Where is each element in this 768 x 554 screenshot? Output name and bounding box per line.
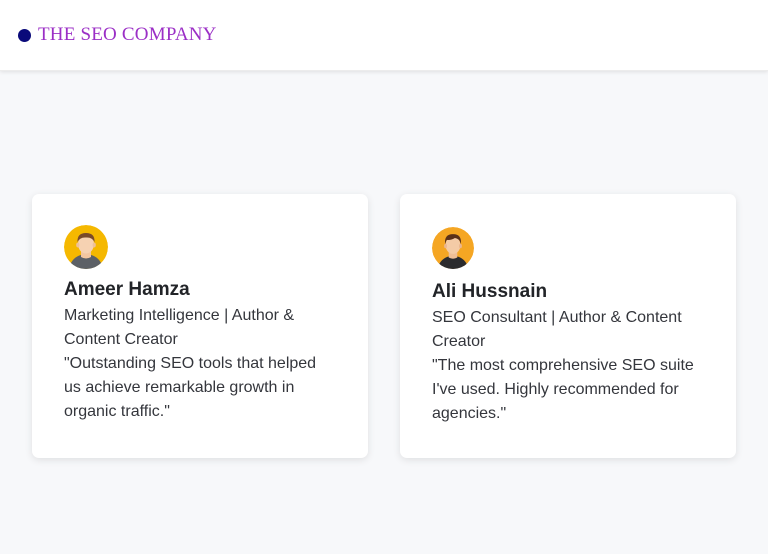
testimonial-quote: "Outstanding SEO tools that helped us ac… (64, 355, 317, 420)
brand-logo-link[interactable]: THE SEO COMPANY (18, 22, 217, 48)
testimonial-name: Ali Hussnain (432, 281, 548, 302)
circle-dot-icon (18, 28, 31, 42)
testimonial-quote: "The most comprehensive SEO suite I've u… (432, 357, 694, 422)
male-avatar-icon (432, 227, 474, 269)
brand-name: THE SEO COMPANY (38, 24, 217, 45)
testimonial-role: Marketing Intelligence | Author & Conten… (64, 307, 295, 348)
testimonial-card: Ali Hussnain SEO Consultant | Author & C… (400, 194, 736, 458)
testimonial-name: Ameer Hamza (64, 279, 190, 300)
male-avatar-icon (64, 225, 108, 269)
testimonial-role: SEO Consultant | Author & Content Creato… (432, 309, 682, 350)
testimonial-card: Ameer Hamza Marketing Intelligence | Aut… (32, 194, 368, 458)
site-header: THE SEO COMPANY (0, 0, 768, 71)
